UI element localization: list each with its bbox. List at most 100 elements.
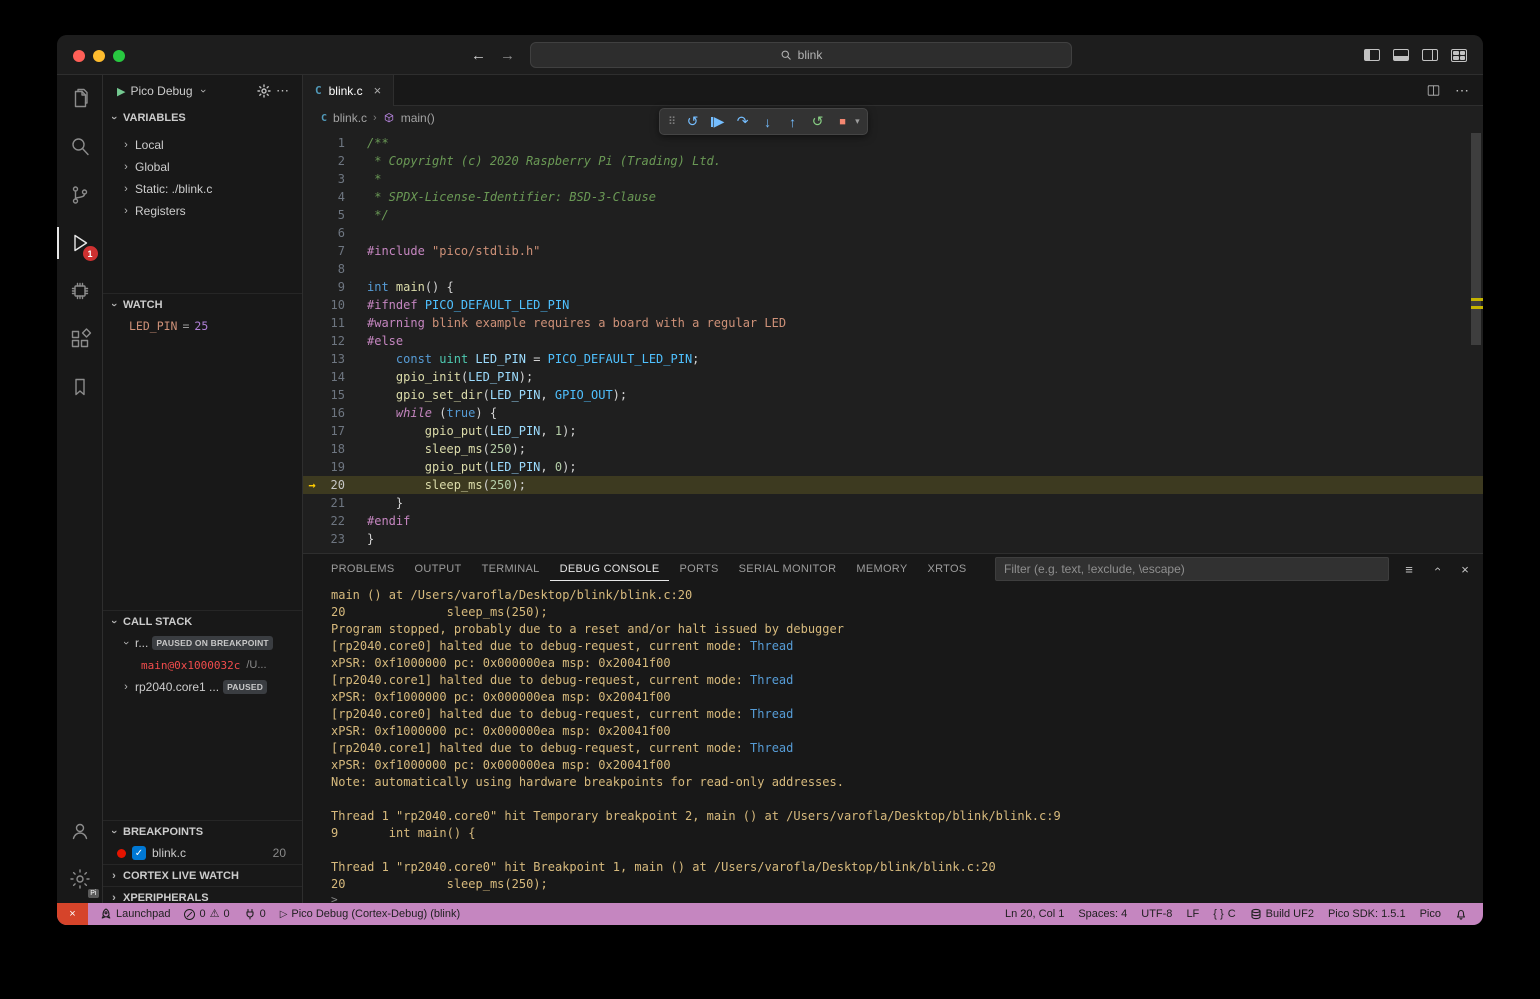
back-button[interactable]: ← xyxy=(471,47,486,64)
breakpoint-margin[interactable] xyxy=(303,512,321,530)
panel-tab-memory[interactable]: MEMORY xyxy=(846,557,917,581)
breakpoint-checkbox[interactable]: ✓ xyxy=(132,846,146,860)
accounts-button[interactable] xyxy=(57,807,103,855)
code-line[interactable]: 22#endif xyxy=(303,512,1483,530)
toggle-primary-sidebar-icon[interactable] xyxy=(1364,49,1380,61)
code-line[interactable]: 14 gpio_init(LED_PIN); xyxy=(303,368,1483,386)
panel-tab-xrtos[interactable]: XRTOS xyxy=(918,557,977,581)
sidebar-item-extensions[interactable] xyxy=(57,315,103,363)
eol-status[interactable]: LF xyxy=(1180,903,1205,925)
sidebar-item-run-debug[interactable]: 1 xyxy=(57,219,103,267)
code-editor[interactable]: 1/**2 * Copyright (c) 2020 Raspberry Pi … xyxy=(303,130,1483,553)
code-line[interactable]: 3 * xyxy=(303,170,1483,188)
breakpoint-margin[interactable] xyxy=(303,404,321,422)
split-editor-icon[interactable] xyxy=(1426,83,1441,98)
close-tab-icon[interactable]: × xyxy=(374,83,382,98)
sidebar-item-source-control[interactable] xyxy=(57,171,103,219)
step-out-button[interactable]: ↑ xyxy=(780,110,805,133)
variables-scope-row[interactable]: ›Static: ./blink.c xyxy=(103,178,302,200)
breakpoint-margin[interactable] xyxy=(303,458,321,476)
breakpoint-margin[interactable] xyxy=(303,314,321,332)
cortex-live-watch-section-header[interactable]: › CORTEX LIVE WATCH xyxy=(103,864,302,886)
panel-tab-serial-monitor[interactable]: SERIAL MONITOR xyxy=(729,557,847,581)
build-uf2-button[interactable]: Build UF2 xyxy=(1244,903,1320,925)
remote-indicator[interactable]: × xyxy=(57,903,88,925)
launchpad-button[interactable]: Launchpad xyxy=(94,903,176,925)
board-status[interactable]: Pico xyxy=(1414,903,1447,925)
sidebar-item-explorer[interactable] xyxy=(57,75,103,123)
forward-button[interactable]: → xyxy=(500,47,515,64)
call-stack-frame-row[interactable]: main@0x1000032c /U... xyxy=(103,654,302,676)
breakpoint-margin[interactable] xyxy=(303,278,321,296)
step-into-button[interactable]: ↓ xyxy=(755,110,780,133)
customize-layout-icon[interactable] xyxy=(1451,49,1467,62)
close-panel-icon[interactable]: × xyxy=(1457,562,1473,577)
panel-tab-ports[interactable]: PORTS xyxy=(669,557,728,581)
breadcrumb-symbol[interactable]: main() xyxy=(401,111,435,125)
continue-button[interactable]: ▶ xyxy=(705,110,730,133)
variables-scope-row[interactable]: ›Registers xyxy=(103,200,302,222)
maximize-panel-icon[interactable]: › xyxy=(1430,561,1444,577)
sidebar-item-mcu[interactable] xyxy=(57,267,103,315)
toggle-panel-icon[interactable] xyxy=(1393,49,1409,61)
call-stack-section-header[interactable]: › CALL STACK xyxy=(103,610,302,632)
breakpoint-margin[interactable] xyxy=(303,422,321,440)
stop-button[interactable]: ■ xyxy=(830,110,855,133)
breakpoint-margin[interactable] xyxy=(303,494,321,512)
variables-scope-row[interactable]: ›Global xyxy=(103,156,302,178)
zoom-window-button[interactable] xyxy=(113,50,125,62)
notifications-bell[interactable] xyxy=(1449,903,1473,925)
start-debug-icon[interactable]: ▶ xyxy=(117,85,125,98)
xperipherals-section-header[interactable]: › XPERIPHERALS xyxy=(103,886,302,903)
toggle-secondary-sidebar-icon[interactable] xyxy=(1422,49,1438,61)
panel-tab-terminal[interactable]: TERMINAL xyxy=(472,557,550,581)
encoding-status[interactable]: UTF-8 xyxy=(1135,903,1178,925)
pico-sdk-status[interactable]: Pico SDK: 1.5.1 xyxy=(1322,903,1412,925)
breakpoint-margin[interactable] xyxy=(303,332,321,350)
watch-section-header[interactable]: › WATCH xyxy=(103,293,302,315)
code-line[interactable]: 7#include "pico/stdlib.h" xyxy=(303,242,1483,260)
breakpoint-margin[interactable] xyxy=(303,350,321,368)
code-line[interactable]: 6 xyxy=(303,224,1483,242)
drag-handle-icon[interactable]: ⠿ xyxy=(664,115,680,128)
sidebar-item-bookmarks[interactable] xyxy=(57,363,103,411)
code-line[interactable]: 16 while (true) { xyxy=(303,404,1483,422)
panel-tab-problems[interactable]: PROBLEMS xyxy=(321,557,405,581)
cursor-position-status[interactable]: Ln 20, Col 1 xyxy=(999,903,1070,925)
breakpoint-margin[interactable] xyxy=(303,188,321,206)
code-line[interactable]: 10#ifndef PICO_DEFAULT_LED_PIN xyxy=(303,296,1483,314)
language-mode-status[interactable]: { } C xyxy=(1207,903,1241,925)
tab-blink-c[interactable]: C blink.c × xyxy=(303,75,394,106)
breakpoint-margin[interactable] xyxy=(303,224,321,242)
code-line[interactable]: →20 sleep_ms(250); xyxy=(303,476,1483,494)
restart-button[interactable]: ↺ xyxy=(805,110,830,133)
panel-tab-debug-console[interactable]: DEBUG CONSOLE xyxy=(550,557,670,581)
debug-session-status[interactable]: ▷ Pico Debug (Cortex-Debug) (blink) xyxy=(274,903,466,925)
code-line[interactable]: 13 const uint LED_PIN = PICO_DEFAULT_LED… xyxy=(303,350,1483,368)
command-center-search[interactable]: blink xyxy=(530,42,1072,68)
code-line[interactable]: 11#warning blink example requires a boar… xyxy=(303,314,1483,332)
breadcrumb-file[interactable]: blink.c xyxy=(333,111,367,125)
editor-more-actions-icon[interactable]: ⋯ xyxy=(1455,82,1469,99)
breakpoint-margin[interactable] xyxy=(303,242,321,260)
code-line[interactable]: 1/** xyxy=(303,134,1483,152)
watch-expression-row[interactable]: LED_PIN = 25 xyxy=(103,315,302,337)
breakpoint-margin[interactable]: → xyxy=(303,476,321,494)
call-stack-thread-row[interactable]: › r... PAUSED ON BREAKPOINT xyxy=(103,632,302,654)
call-stack-core1-row[interactable]: › rp2040.core1 ... PAUSED xyxy=(103,676,302,698)
settings-button[interactable]: Pi xyxy=(57,855,103,903)
breakpoint-row[interactable]: ✓ blink.c 20 xyxy=(103,842,302,864)
code-line[interactable]: 2 * Copyright (c) 2020 Raspberry Pi (Tra… xyxy=(303,152,1483,170)
breakpoint-margin[interactable] xyxy=(303,368,321,386)
breakpoint-margin[interactable] xyxy=(303,386,321,404)
console-prompt[interactable]: > xyxy=(331,894,1483,903)
step-over-button[interactable]: ↷ xyxy=(730,110,755,133)
code-line[interactable]: 12#else xyxy=(303,332,1483,350)
indentation-status[interactable]: Spaces: 4 xyxy=(1072,903,1133,925)
breakpoint-margin[interactable] xyxy=(303,206,321,224)
reset-device-button[interactable]: ↺ xyxy=(680,110,705,133)
close-window-button[interactable] xyxy=(73,50,85,62)
code-line[interactable]: 18 sleep_ms(250); xyxy=(303,440,1483,458)
panel-tab-output[interactable]: OUTPUT xyxy=(405,557,472,581)
code-line[interactable]: 15 gpio_set_dir(LED_PIN, GPIO_OUT); xyxy=(303,386,1483,404)
